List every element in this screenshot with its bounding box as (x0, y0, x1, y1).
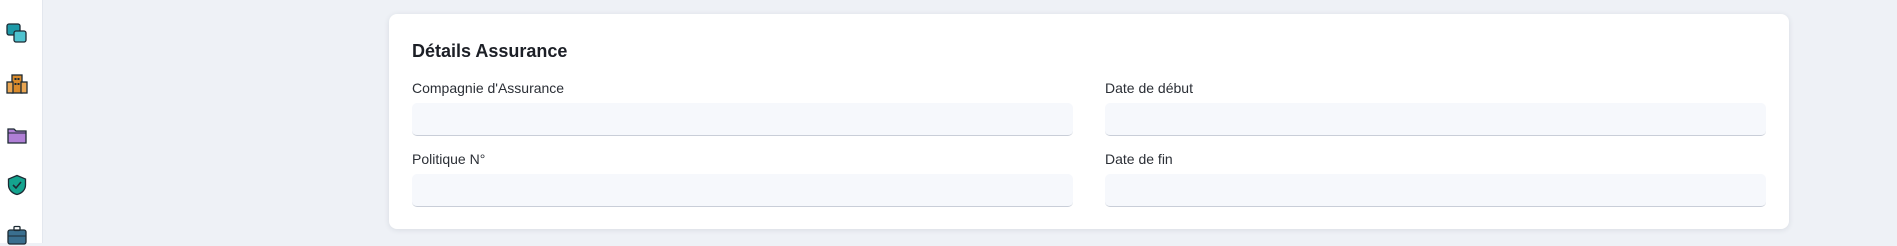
company-label: Compagnie d'Assurance (412, 80, 565, 96)
card-title: Détails Assurance (412, 41, 568, 61)
policy-number-input[interactable] (412, 174, 1073, 207)
policy-number-label: Politique N° (412, 151, 486, 167)
end-date-label: Date de fin (1105, 151, 1173, 167)
start-date-input[interactable] (1105, 103, 1766, 136)
company-input[interactable] (412, 103, 1073, 136)
end-date-input[interactable] (1105, 174, 1766, 207)
shield-check-icon[interactable] (6, 174, 28, 196)
building-icon[interactable] (6, 73, 28, 95)
sidebar (0, 0, 43, 245)
folder-icon[interactable] (6, 124, 28, 146)
insurance-details-card: Détails Assurance Compagnie d'Assurance … (389, 14, 1789, 229)
chat-bubbles-icon[interactable] (6, 22, 28, 44)
start-date-label: Date de début (1105, 80, 1193, 96)
